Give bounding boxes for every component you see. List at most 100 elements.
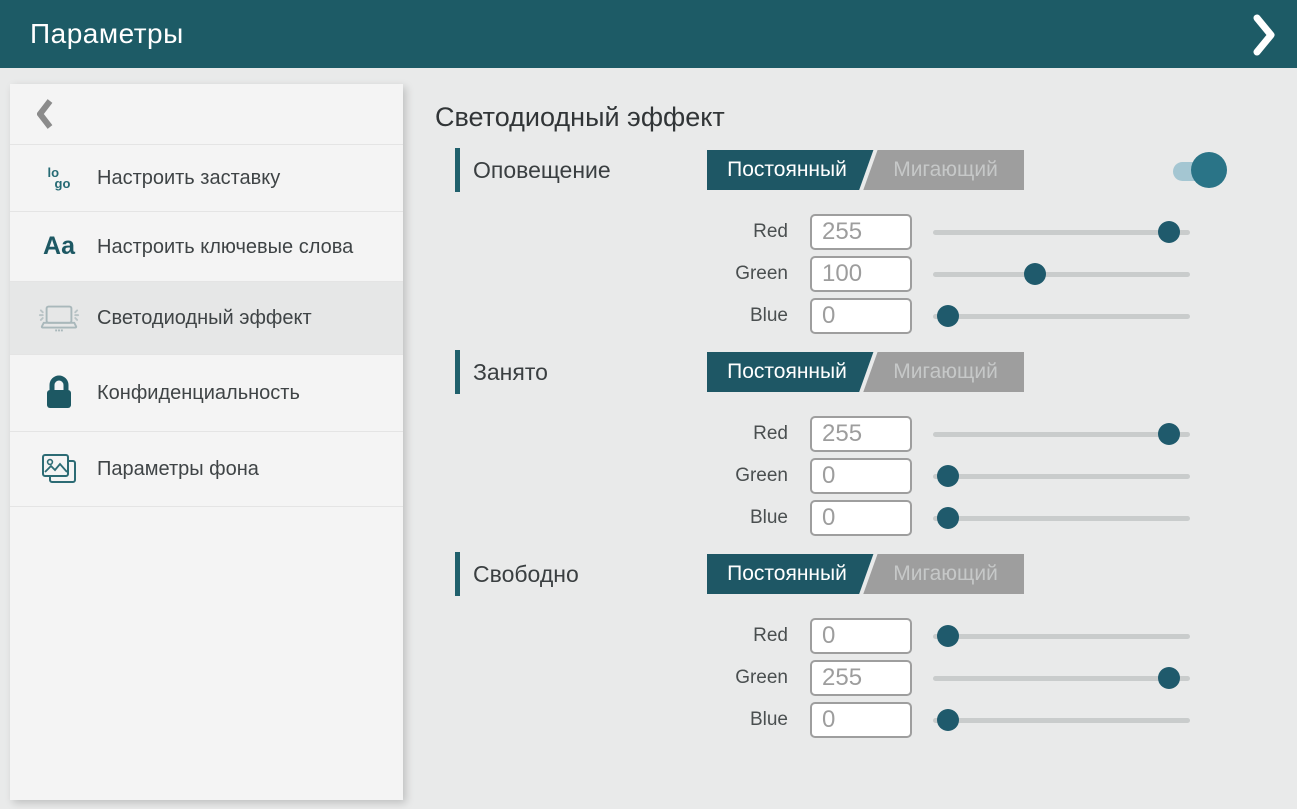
rgb-channel-label: Red [700, 221, 788, 243]
sidebar-collapse-button[interactable] [10, 84, 403, 145]
rgb-row-red: Red [700, 615, 1227, 657]
section-accent-bar [455, 148, 460, 192]
slider-thumb[interactable] [937, 465, 959, 487]
sidebar-item-keywords[interactable]: Aa Настроить ключевые слова [10, 212, 403, 282]
slider-thumb[interactable] [937, 709, 959, 731]
mode-option-constant[interactable]: Постоянный [707, 554, 867, 594]
slider-track [933, 230, 1190, 235]
app-title: Параметры [30, 18, 184, 50]
slider-track [933, 272, 1190, 277]
mode-toggle-busy: ПостоянныйМигающий [707, 352, 1024, 392]
led-section-free: Свободно ПостоянныйМигающий Red Green Blue [455, 554, 1227, 742]
chevron-right-icon [1253, 14, 1275, 56]
free-blue-slider[interactable] [933, 708, 1190, 732]
mode-option-blinking[interactable]: Мигающий [867, 554, 1024, 594]
rgb-channel-label: Blue [700, 709, 788, 731]
busy-red-slider[interactable] [933, 422, 1190, 446]
slider-track [933, 634, 1190, 639]
sidebar: logo Настроить заставку Aa Настроить ключев… [10, 84, 403, 800]
sidebar-item-label: Настроить ключевые слова [97, 234, 353, 260]
slider-thumb[interactable] [937, 305, 959, 327]
rgb-controls: Red Green Blue [700, 413, 1227, 539]
sidebar-item-label: Конфиденциальность [97, 380, 300, 406]
free-blue-input[interactable] [810, 702, 912, 738]
mode-toggle-free: ПостоянныйМигающий [707, 554, 1024, 594]
rgb-row-blue: Blue [700, 699, 1227, 741]
alert-red-input[interactable] [810, 214, 912, 250]
rgb-row-green: Green [700, 253, 1227, 295]
slider-thumb[interactable] [1158, 423, 1180, 445]
free-green-slider[interactable] [933, 666, 1190, 690]
alert-enabled-switch[interactable] [1171, 152, 1227, 188]
chevron-left-icon [37, 98, 53, 130]
mode-option-blinking[interactable]: Мигающий [867, 150, 1024, 190]
free-red-slider[interactable] [933, 624, 1190, 648]
led-section-busy: Занято ПостоянныйМигающий Red Green Blue [455, 352, 1227, 540]
panel-expand-button[interactable] [1249, 14, 1279, 56]
rgb-row-red: Red [700, 211, 1227, 253]
sidebar-item-background[interactable]: Параметры фона [10, 432, 403, 507]
slider-track [933, 516, 1190, 521]
slider-thumb[interactable] [1158, 667, 1180, 689]
led-section-alert: Оповещение ПостоянныйМигающий Red Green Blue [455, 150, 1227, 338]
logo-icon: logo [38, 167, 80, 189]
free-green-input[interactable] [810, 660, 912, 696]
images-icon [38, 452, 80, 486]
rgb-controls: Red Green Blue [700, 615, 1227, 741]
section-accent-bar [455, 552, 460, 596]
slider-thumb[interactable] [937, 625, 959, 647]
sidebar-item-label: Светодиодный эффект [97, 305, 312, 331]
slider-track [933, 432, 1190, 437]
free-red-input[interactable] [810, 618, 912, 654]
laptop-icon [38, 302, 80, 334]
section-label: Занято [473, 352, 548, 392]
section-header: Занято ПостоянныйМигающий [455, 352, 1227, 392]
lock-icon [38, 375, 80, 411]
busy-green-slider[interactable] [933, 464, 1190, 488]
section-accent-bar [455, 350, 460, 394]
section-label: Свободно [473, 554, 579, 594]
led-sections: ОповещениеПостоянныйМигающийRedGreenBlue… [455, 150, 1227, 742]
rgb-controls: Red Green Blue [700, 211, 1227, 337]
slider-track [933, 718, 1190, 723]
switch-thumb [1191, 152, 1227, 188]
mode-option-constant[interactable]: Постоянный [707, 352, 867, 392]
rgb-row-green: Green [700, 455, 1227, 497]
alert-red-slider[interactable] [933, 220, 1190, 244]
busy-green-input[interactable] [810, 458, 912, 494]
alert-green-input[interactable] [810, 256, 912, 292]
slider-track [933, 314, 1190, 319]
rgb-row-red: Red [700, 413, 1227, 455]
busy-red-input[interactable] [810, 416, 912, 452]
rgb-channel-label: Green [700, 465, 788, 487]
mode-option-blinking[interactable]: Мигающий [867, 352, 1024, 392]
section-label: Оповещение [473, 150, 611, 190]
rgb-row-green: Green [700, 657, 1227, 699]
section-header: Оповещение ПостоянныйМигающий [455, 150, 1227, 190]
rgb-channel-label: Blue [700, 305, 788, 327]
busy-blue-input[interactable] [810, 500, 912, 536]
main-content: Светодиодный эффект Оповещение Постоянный… [435, 68, 1227, 756]
rgb-row-blue: Blue [700, 497, 1227, 539]
mode-toggle-alert: ПостоянныйМигающий [707, 150, 1024, 190]
rgb-channel-label: Red [700, 625, 788, 647]
alert-green-slider[interactable] [933, 262, 1190, 286]
sidebar-menu: logo Настроить заставку Aa Настроить ключев… [10, 145, 403, 507]
sidebar-item-privacy[interactable]: Конфиденциальность [10, 355, 403, 432]
sidebar-item-label: Настроить заставку [97, 165, 280, 191]
rgb-row-blue: Blue [700, 295, 1227, 337]
aa-icon: Aa [38, 232, 80, 261]
busy-blue-slider[interactable] [933, 506, 1190, 530]
rgb-channel-label: Green [700, 667, 788, 689]
slider-thumb[interactable] [1158, 221, 1180, 243]
slider-thumb[interactable] [1024, 263, 1046, 285]
page-title: Светодиодный эффект [435, 98, 1227, 136]
sidebar-item-splash[interactable]: logo Настроить заставку [10, 145, 403, 212]
sidebar-item-led[interactable]: Светодиодный эффект [10, 282, 403, 355]
alert-blue-input[interactable] [810, 298, 912, 334]
alert-blue-slider[interactable] [933, 304, 1190, 328]
app-header: Параметры [0, 0, 1297, 68]
slider-thumb[interactable] [937, 507, 959, 529]
mode-option-constant[interactable]: Постоянный [707, 150, 867, 190]
rgb-channel-label: Blue [700, 507, 788, 529]
